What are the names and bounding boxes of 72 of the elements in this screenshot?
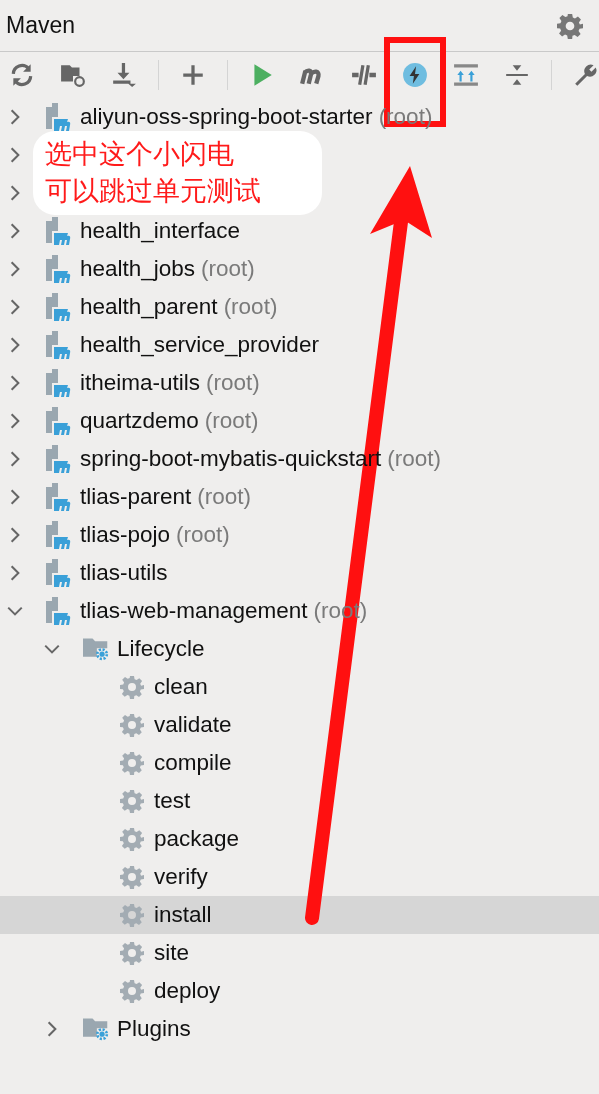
dependencies-icon[interactable] (453, 62, 479, 88)
tree-item-label: package (154, 826, 240, 852)
panel-title: Maven (6, 12, 76, 39)
module-icon (46, 521, 72, 549)
gear-icon (120, 713, 144, 737)
root-label: (root) (176, 522, 230, 548)
tree-row[interactable]: test (0, 782, 599, 820)
tree-item-label: test (154, 788, 191, 814)
module-icon (46, 255, 72, 283)
tree-item-label: clean (154, 674, 208, 700)
tree-row[interactable]: compile (0, 744, 599, 782)
tree-row[interactable]: deploy (0, 972, 599, 1010)
toggle-offline-icon[interactable] (351, 62, 377, 88)
tree-item-label[interactable]: Plugins (117, 1016, 191, 1042)
module-icon (46, 559, 72, 587)
gear-icon (120, 675, 144, 699)
module-icon (46, 445, 72, 473)
tree-item-label[interactable]: health_parent (80, 294, 218, 320)
tree-row[interactable]: site (0, 934, 599, 972)
tree-item-label[interactable]: tlias-web-management (80, 598, 308, 624)
module-icon (46, 217, 72, 245)
gear-icon (120, 751, 144, 775)
gear-icon (120, 789, 144, 813)
gear-icon (120, 941, 144, 965)
folder-refresh-icon[interactable] (60, 62, 86, 88)
tree-item-label[interactable]: health_service_provider (80, 332, 319, 358)
refresh-icon[interactable] (9, 62, 35, 88)
module-icon (46, 407, 72, 435)
root-label: (root) (387, 446, 442, 472)
tree-item-label: compile (154, 750, 232, 776)
root-label: (root) (206, 370, 260, 396)
module-icon (46, 369, 72, 397)
root-label: (root) (223, 294, 278, 320)
tree-item-label[interactable]: health_interface (80, 218, 241, 244)
tree-item-label[interactable]: aliyun-oss-spring-boot-starter (80, 104, 373, 130)
tree-row[interactable]: package (0, 820, 599, 858)
tree-item-label[interactable]: tlias-pojo (80, 522, 171, 548)
tree-item-label: deploy (154, 978, 221, 1004)
root-label: (root) (204, 408, 259, 434)
tree-row[interactable]: verify (0, 858, 599, 896)
tree-item-label[interactable]: quartzdemo (80, 408, 199, 434)
module-icon (46, 597, 72, 625)
root-label: (root) (201, 256, 255, 282)
gear-icon (120, 979, 144, 1003)
settings-icon[interactable] (557, 12, 583, 39)
tree-item-label[interactable]: tlias-utils (80, 560, 168, 586)
callout-text: 可以跳过单元测试 (45, 175, 262, 208)
module-icon (46, 483, 72, 511)
tree-row[interactable]: clean (0, 668, 599, 706)
tree-item-label: validate (154, 712, 232, 738)
tree-item-label[interactable]: tlias-parent (80, 484, 192, 510)
collapse-icon[interactable] (504, 62, 530, 88)
tree-item-label[interactable]: Lifecycle (117, 636, 205, 662)
wrench-icon[interactable] (573, 62, 599, 88)
tree-item-label: verify (154, 864, 208, 890)
download-icon[interactable] (111, 62, 137, 88)
module-icon (46, 103, 72, 131)
root-label: (root) (197, 484, 252, 510)
gear-icon (120, 865, 144, 889)
tree-item-label[interactable]: itheima-utils (80, 370, 201, 396)
tree-row[interactable]: install (0, 896, 599, 934)
lightning-icon[interactable] (402, 62, 428, 88)
callout-text: 选中这个小闪电 (45, 138, 235, 171)
plus-icon[interactable] (180, 62, 206, 88)
tree-item-label: site (154, 940, 189, 966)
tree-item-label: install (154, 902, 212, 928)
gear-icon (120, 903, 144, 927)
tree-item-label[interactable]: health_jobs (80, 256, 196, 282)
gear-icon (120, 827, 144, 851)
tree-row[interactable]: validate (0, 706, 599, 744)
module-icon (46, 331, 72, 359)
module-icon (46, 293, 72, 321)
